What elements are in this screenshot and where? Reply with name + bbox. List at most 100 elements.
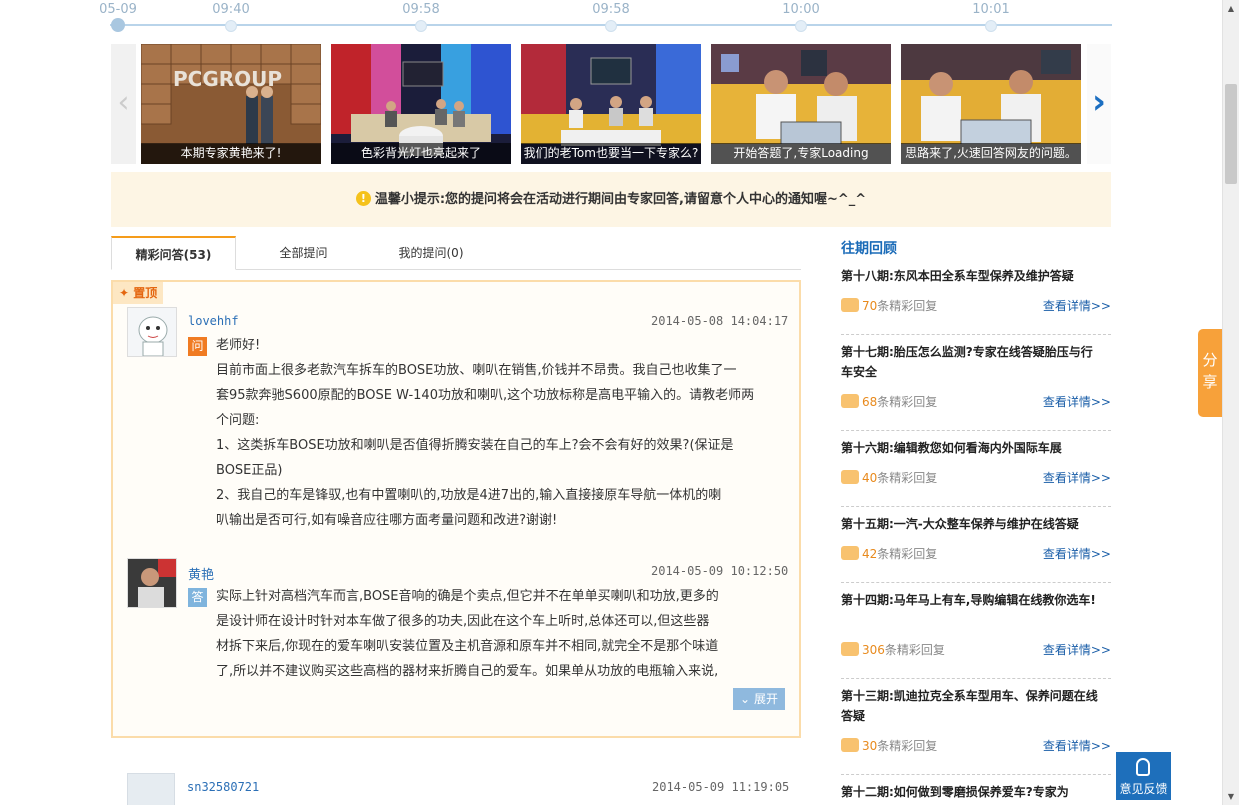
warning-icon: ! <box>355 191 371 206</box>
review-item: 第十三期:凯迪拉克全系车型用车、保养问题在线答疑 30条精彩回复 查看详情>> <box>841 686 1111 753</box>
review-item-meta: 30条精彩回复 查看详情>> <box>841 736 1111 756</box>
reply-count: 30 <box>862 739 878 753</box>
carousel-slide[interactable]: PCGROUP 本期专家黄艳来了! <box>141 44 321 164</box>
carousel-slide[interactable]: 我们的老Tom也要当一下专家么? <box>521 44 701 164</box>
timeline-time[interactable]: 09:58 <box>581 2 641 17</box>
answer-text: 实际上针对高档汽车而言,BOSE音响的确是个卖点,但它并不在单单买喇叭和功放,更… <box>216 584 719 684</box>
tip-text: 温馨小提示:您的提问将会在活动进行期间由专家回答,请留意个人中心的通知喔~^_^ <box>374 192 867 207</box>
reply-suffix: 条精彩回复 <box>877 395 938 409</box>
review-item: 第十七期:胎压怎么监测?专家在线答疑胎压与行车安全 68条精彩回复 查看详情>> <box>841 342 1111 409</box>
slide-caption: 色彩背光灯也亮起来了 <box>331 143 511 164</box>
review-item-meta: 40条精彩回复 查看详情>> <box>841 468 1111 488</box>
review-item-meta: 42条精彩回复 查看详情>> <box>841 544 1111 564</box>
text-line: 叭输出是否可行,如有噪音应往哪方面考量问题和改进?谢谢! <box>216 513 558 528</box>
timeline-dot[interactable] <box>795 20 807 32</box>
username[interactable]: sn32580721 <box>187 780 259 794</box>
timeline-time[interactable]: 05-09 <box>88 2 148 17</box>
reply-count: 68 <box>862 395 878 409</box>
scroll-down-icon[interactable]: ▼ <box>1223 788 1239 805</box>
review-title: 往期回顾 <box>841 241 897 257</box>
tab-highlights[interactable]: 精彩问答(53) <box>111 236 236 270</box>
reply-count: 306 <box>862 643 885 657</box>
comment-bubble-icon <box>841 738 859 752</box>
username[interactable]: lovehhf <box>188 314 239 328</box>
reply-suffix: 条精彩回复 <box>877 739 938 753</box>
slide-caption: 我们的老Tom也要当一下专家么? <box>521 143 701 164</box>
avatar[interactable] <box>127 307 177 357</box>
avatar[interactable] <box>127 558 177 608</box>
feedback-label: 意见反馈 <box>1119 782 1168 796</box>
review-item-title[interactable]: 第十二期:如何做到零磨损保养爱车?专家为 <box>841 782 1111 802</box>
chevron-right-icon[interactable]: › <box>1087 44 1111 164</box>
scrollbar[interactable]: ▲ ▼ <box>1222 0 1239 805</box>
timeline-dot[interactable] <box>225 20 237 32</box>
view-details-link[interactable]: 查看详情>> <box>1043 296 1111 316</box>
review-item-title[interactable]: 第十四期:马年马上有车,导购编辑在线教你选车! <box>841 590 1103 610</box>
timeline-dot-active[interactable] <box>111 18 125 32</box>
divider <box>841 334 1111 335</box>
scroll-up-icon[interactable]: ▲ <box>1223 0 1239 17</box>
lightbulb-icon <box>1136 758 1150 776</box>
review-item-meta: 70条精彩回复 查看详情>> <box>841 296 1111 316</box>
review-item: 第十二期:如何做到零磨损保养爱车?专家为 <box>841 782 1111 802</box>
avatar[interactable] <box>127 773 175 805</box>
carousel-slide[interactable]: 思路来了,火速回答网友的问题。 <box>901 44 1081 164</box>
divider <box>841 678 1111 679</box>
chevron-left-icon[interactable]: ‹ <box>111 44 136 164</box>
review-item-title[interactable]: 第十八期:东风本田全系车型保养及维护答疑 <box>841 266 1111 286</box>
tab-my-questions[interactable]: 我的提问(0) <box>376 236 486 270</box>
timeline-time[interactable]: 09:40 <box>201 2 261 17</box>
view-details-link[interactable]: 查看详情>> <box>1043 468 1111 488</box>
slide-caption: 开始答题了,专家Loading <box>711 143 891 164</box>
tab-all-questions[interactable]: 全部提问 <box>251 236 356 270</box>
text-line: 老师好! <box>216 338 261 353</box>
share-label: 享 <box>1202 373 1218 391</box>
timeline-dot[interactable] <box>605 20 617 32</box>
avatar-image <box>128 559 176 607</box>
pinned-post: ✦ 置顶 lovehhf 2014-05-08 14:04:17 问 老师好! … <box>111 280 801 738</box>
review-item-meta: 68条精彩回复 查看详情>> <box>841 392 1111 412</box>
text-line: 实际上针对高档汽车而言,BOSE音响的确是个卖点,但它并不在单单买喇叭和功放,更… <box>216 589 719 604</box>
username[interactable]: 黄艳 <box>188 564 214 583</box>
post-time: 2014-05-09 10:12:50 <box>651 564 789 578</box>
review-item-title[interactable]: 第十七期:胎压怎么监测?专家在线答疑胎压与行车安全 <box>841 342 1103 382</box>
review-item-title[interactable]: 第十六期:编辑教您如何看海内外国际车展 <box>841 438 1111 458</box>
divider <box>841 774 1111 775</box>
review-item: 第十五期:一汽-大众整车保养与维护在线答疑 42条精彩回复 查看详情>> <box>841 514 1111 561</box>
text-line: 了,所以并不建议购买这些高档的器材来折腾自己的爱车。如果单从功放的电瓶输入来说, <box>216 664 719 679</box>
timeline-dot[interactable] <box>985 20 997 32</box>
review-item-title[interactable]: 第十五期:一汽-大众整车保养与维护在线答疑 <box>841 514 1111 534</box>
expand-button[interactable]: ⌄ 展开 <box>733 688 785 710</box>
feedback-button[interactable]: 意见反馈 <box>1116 752 1171 800</box>
carousel-slide[interactable]: 开始答题了,专家Loading <box>711 44 891 164</box>
post-time: 2014-05-08 14:04:17 <box>651 314 789 328</box>
carousel-slide[interactable]: 色彩背光灯也亮起来了 <box>331 44 511 164</box>
reply-suffix: 条精彩回复 <box>877 471 938 485</box>
share-label: 分 <box>1202 351 1218 369</box>
text-line: 目前市面上很多老款汽车拆车的BOSE功放、喇叭在销售,价钱并不昂贵。我自己也收集… <box>216 363 737 378</box>
view-details-link[interactable]: 查看详情>> <box>1043 640 1111 660</box>
divider <box>841 506 1111 507</box>
text-line: 材拆下来后,你现在的爱车喇叭安装位置及主机音源和原车并不相同,就完全不是那个味道 <box>216 639 719 654</box>
divider <box>841 582 1111 583</box>
comment-bubble-icon <box>841 470 859 484</box>
reply-suffix: 条精彩回复 <box>877 299 938 313</box>
question-badge: 问 <box>188 337 207 356</box>
timeline-time[interactable]: 10:00 <box>771 2 831 17</box>
timeline-dot[interactable] <box>415 20 427 32</box>
scrollbar-thumb[interactable] <box>1225 84 1237 184</box>
view-details-link[interactable]: 查看详情>> <box>1043 544 1111 564</box>
timeline-time[interactable]: 10:01 <box>961 2 1021 17</box>
slide-caption: 思路来了,火速回答网友的问题。 <box>901 143 1081 164</box>
timeline-time[interactable]: 09:58 <box>391 2 451 17</box>
review-item-meta: 306条精彩回复 查看详情>> <box>841 640 1111 660</box>
review-item: 第十六期:编辑教您如何看海内外国际车展 40条精彩回复 查看详情>> <box>841 438 1111 485</box>
view-details-link[interactable]: 查看详情>> <box>1043 392 1111 412</box>
review-item-title[interactable]: 第十三期:凯迪拉克全系车型用车、保养问题在线答疑 <box>841 686 1103 726</box>
share-button[interactable]: 分 享 <box>1198 329 1222 417</box>
comment-bubble-icon <box>841 394 859 408</box>
divider <box>841 430 1111 431</box>
review-item: 第十八期:东风本田全系车型保养及维护答疑 70条精彩回复 查看详情>> <box>841 266 1111 313</box>
text-line: BOSE正品) <box>216 463 283 478</box>
view-details-link[interactable]: 查看详情>> <box>1043 736 1111 756</box>
